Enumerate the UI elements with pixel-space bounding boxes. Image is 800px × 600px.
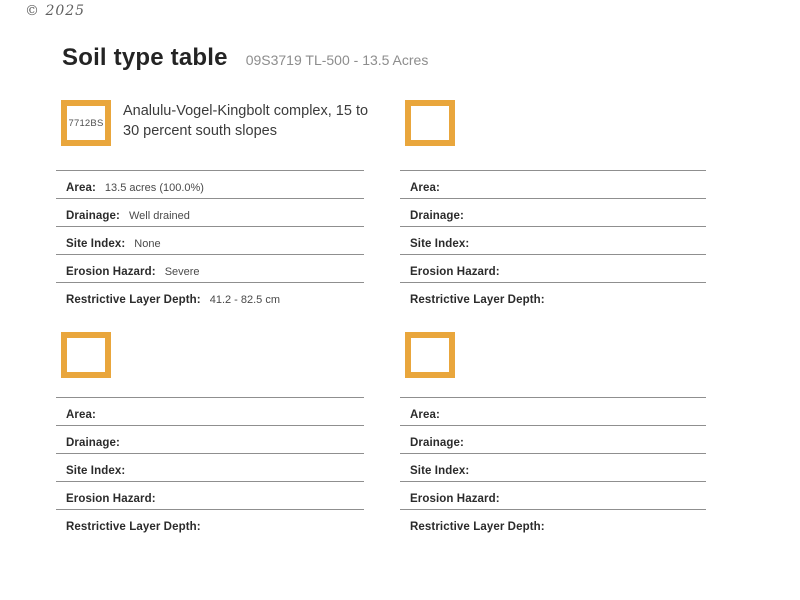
field-label: Area: — [66, 182, 96, 194]
soil-card-2: Area: Drainage: Site Index: Erosion Haza… — [400, 100, 706, 310]
field-row-erosion-hazard: Erosion Hazard: — [400, 254, 706, 282]
soil-name: Analulu-Vogel-Kingbolt complex, 15 to 30… — [123, 100, 368, 141]
field-label: Erosion Hazard: — [66, 266, 156, 278]
field-label: Drainage: — [410, 437, 464, 449]
field-label: Area: — [410, 182, 440, 194]
page-title: Soil type table — [62, 44, 228, 72]
soil-name-line: Analulu-Vogel-Kingbolt complex, 15 to — [123, 101, 368, 121]
field-value: Severe — [165, 266, 200, 278]
soil-fields: Area: 13.5 acres (100.0%) Drainage: Well d… — [56, 170, 364, 310]
soil-swatch-box — [405, 100, 455, 146]
field-value: 41.2 - 82.5 cm — [210, 294, 280, 306]
field-row-restrictive-layer-depth: Restrictive Layer Depth: — [400, 509, 706, 537]
field-row-site-index: Site Index: — [400, 453, 706, 481]
soil-swatch-box: 7712BS — [61, 100, 111, 146]
field-row-restrictive-layer-depth: Restrictive Layer Depth: 41.2 - 82.5 cm — [56, 282, 364, 310]
field-row-area: Area: 13.5 acres (100.0%) — [56, 170, 364, 198]
field-label: Drainage: — [410, 210, 464, 222]
field-value: Well drained — [129, 210, 190, 222]
field-label: Drainage: — [66, 437, 120, 449]
field-label: Site Index: — [410, 238, 469, 250]
soil-fields: Area: Drainage: Site Index: Erosion Haza… — [400, 397, 706, 537]
field-row-site-index: Site Index: — [400, 226, 706, 254]
field-row-drainage: Drainage: — [56, 425, 364, 453]
field-row-erosion-hazard: Erosion Hazard: Severe — [56, 254, 364, 282]
field-row-restrictive-layer-depth: Restrictive Layer Depth: — [56, 509, 364, 537]
soil-name-line: 30 percent south slopes — [123, 121, 368, 141]
field-label: Erosion Hazard: — [66, 493, 156, 505]
field-label: Erosion Hazard: — [410, 266, 500, 278]
field-row-area: Area: — [56, 397, 364, 425]
soil-card-4: Area: Drainage: Site Index: Erosion Haza… — [400, 332, 706, 537]
field-value: None — [134, 238, 160, 250]
copyright-watermark: © 2025 — [25, 3, 85, 19]
field-row-erosion-hazard: Erosion Hazard: — [56, 481, 364, 509]
soil-card-3: Area: Drainage: Site Index: Erosion Haza… — [56, 332, 364, 537]
soil-swatch-box — [405, 332, 455, 378]
field-row-drainage: Drainage: — [400, 198, 706, 226]
parcel-subtitle: 09S3719 TL-500 - 13.5 Acres — [246, 52, 429, 68]
field-label: Restrictive Layer Depth: — [410, 294, 545, 306]
field-row-site-index: Site Index: None — [56, 226, 364, 254]
report-header: Soil type table 09S3719 TL-500 - 13.5 Ac… — [62, 44, 428, 72]
soil-fields: Area: Drainage: Site Index: Erosion Haza… — [56, 397, 364, 537]
field-value: 13.5 acres (100.0%) — [105, 182, 204, 194]
field-row-area: Area: — [400, 170, 706, 198]
soil-card-header — [400, 332, 706, 397]
soil-card-header — [400, 100, 706, 170]
field-label: Area: — [410, 409, 440, 421]
field-label: Restrictive Layer Depth: — [66, 521, 201, 533]
field-row-area: Area: — [400, 397, 706, 425]
field-row-drainage: Drainage: Well drained — [56, 198, 364, 226]
field-row-restrictive-layer-depth: Restrictive Layer Depth: — [400, 282, 706, 310]
soil-code: 7712BS — [68, 118, 103, 129]
field-label: Restrictive Layer Depth: — [410, 521, 545, 533]
field-row-site-index: Site Index: — [56, 453, 364, 481]
field-label: Drainage: — [66, 210, 120, 222]
field-row-erosion-hazard: Erosion Hazard: — [400, 481, 706, 509]
field-label: Area: — [66, 409, 96, 421]
field-label: Erosion Hazard: — [410, 493, 500, 505]
soil-swatch-box — [61, 332, 111, 378]
field-row-drainage: Drainage: — [400, 425, 706, 453]
soil-fields: Area: Drainage: Site Index: Erosion Haza… — [400, 170, 706, 310]
soil-card-header: 7712BS Analulu-Vogel-Kingbolt complex, 1… — [56, 100, 364, 170]
field-label: Site Index: — [66, 238, 125, 250]
field-label: Restrictive Layer Depth: — [66, 294, 201, 306]
field-label: Site Index: — [410, 465, 469, 477]
field-label: Site Index: — [66, 465, 125, 477]
soil-card-1: 7712BS Analulu-Vogel-Kingbolt complex, 1… — [56, 100, 364, 310]
soil-card-header — [56, 332, 364, 397]
